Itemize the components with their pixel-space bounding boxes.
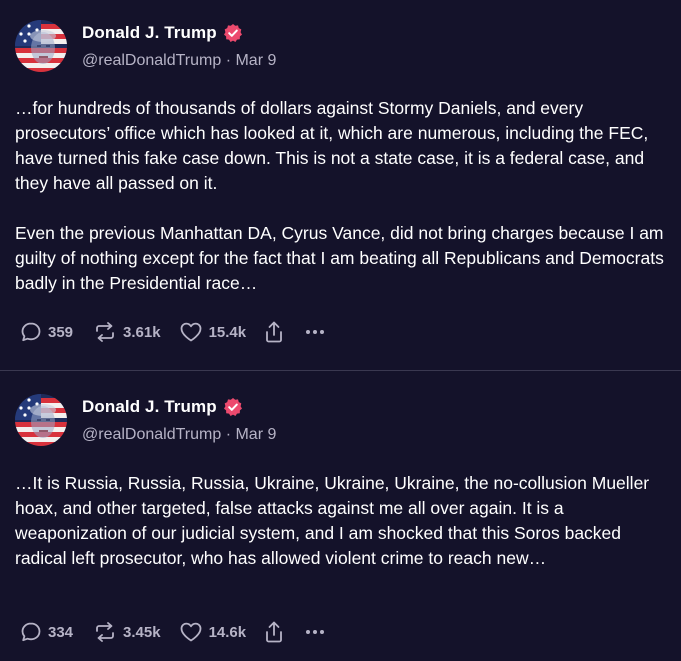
repost-button[interactable]: 3.45k — [93, 621, 161, 643]
reply-button[interactable]: 334 — [20, 621, 73, 643]
handle-and-date[interactable]: @realDonaldTrump · Mar 9 — [82, 426, 276, 444]
author-name-row: Donald J. Trump — [82, 396, 243, 418]
avatar-image — [15, 20, 67, 72]
repost-count: 3.45k — [123, 623, 161, 641]
avatar[interactable] — [15, 20, 67, 72]
post-body: …for hundreds of thousands of dollars ag… — [15, 98, 664, 293]
repost-button[interactable]: 3.61k — [93, 321, 161, 343]
reply-button[interactable]: 359 — [20, 321, 73, 343]
avatar-image — [15, 394, 67, 446]
like-button[interactable]: 14.6k — [179, 621, 247, 643]
more-button[interactable] — [306, 330, 325, 334]
post-2[interactable]: Donald J. Trump @realDonaldTrump · Mar 9… — [0, 372, 681, 661]
like-count: 15.4k — [208, 323, 247, 341]
share-button[interactable] — [264, 620, 284, 644]
reply-bubble-icon — [21, 322, 41, 342]
more-dots-icon — [306, 630, 325, 634]
reply-count: 359 — [48, 323, 74, 341]
like-count: 14.6k — [208, 623, 247, 641]
more-button[interactable] — [306, 630, 325, 634]
verified-badge-icon — [223, 397, 243, 417]
handle-and-date[interactable]: @realDonaldTrump · Mar 9 — [82, 52, 276, 70]
like-button[interactable]: 15.4k — [179, 321, 247, 343]
display-name[interactable]: Donald J. Trump — [82, 23, 217, 43]
reply-count: 334 — [48, 623, 74, 641]
share-upload-icon — [266, 621, 283, 643]
more-dots-icon — [306, 330, 325, 334]
repost-count: 3.61k — [123, 323, 161, 341]
heart-icon — [180, 622, 201, 642]
share-button[interactable] — [264, 320, 284, 344]
verified-badge-icon — [223, 23, 243, 43]
action-bar: 359 3.61k 15.4k — [20, 320, 325, 344]
post-1[interactable]: Donald J. Trump @realDonaldTrump · Mar 9… — [0, 0, 681, 370]
display-name[interactable]: Donald J. Trump — [82, 397, 217, 417]
repost-arrows-icon — [96, 622, 114, 642]
avatar[interactable] — [15, 394, 67, 446]
action-bar: 334 3.45k 14.6k — [20, 620, 325, 644]
post-divider — [0, 370, 681, 371]
heart-icon — [180, 322, 201, 342]
author-name-row: Donald J. Trump — [82, 22, 243, 44]
share-upload-icon — [266, 321, 283, 343]
post-body: …It is Russia, Russia, Russia, Ukraine, … — [15, 473, 655, 568]
repost-arrows-icon — [96, 322, 114, 342]
reply-bubble-icon — [21, 622, 41, 642]
